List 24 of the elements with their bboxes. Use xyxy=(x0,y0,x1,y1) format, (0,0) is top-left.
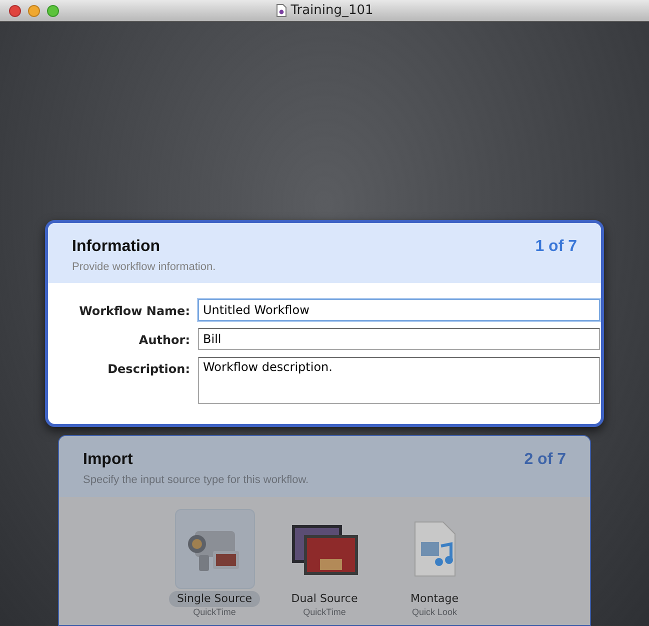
window-title: Training_101 xyxy=(290,2,374,20)
step-title: Information xyxy=(72,236,161,256)
minimize-button[interactable] xyxy=(28,4,40,16)
description-field[interactable]: Workflow description. xyxy=(198,357,600,404)
step-counter: 1 of 7 xyxy=(535,236,577,256)
document-icon xyxy=(276,4,287,17)
field-label: Author: xyxy=(138,332,190,349)
text-field[interactable]: Untitled Workflow xyxy=(198,299,600,321)
step-subtitle: Provide workflow information. xyxy=(72,260,216,274)
zoom-button[interactable] xyxy=(47,4,59,16)
source-option-sublabel: Quick Look xyxy=(412,607,458,617)
source-option-sublabel: QuickTime xyxy=(303,607,346,617)
source-option-tile[interactable] xyxy=(174,508,254,588)
source-option-sublabel: QuickTime xyxy=(193,607,236,617)
field-label: Workflow Name: xyxy=(78,303,190,320)
close-button[interactable] xyxy=(9,4,21,16)
step-subtitle: Specify the input source type for this workflow. xyxy=(83,473,309,488)
field-label: Description: xyxy=(106,361,190,378)
step-title: Import xyxy=(83,450,134,470)
source-option-label: Single Source xyxy=(168,590,260,607)
source-option-label: Montage xyxy=(410,590,460,606)
text-field[interactable]: Bill xyxy=(198,328,600,350)
step-counter: 2 of 7 xyxy=(524,450,566,470)
source-option-label: Dual Source xyxy=(290,590,359,606)
